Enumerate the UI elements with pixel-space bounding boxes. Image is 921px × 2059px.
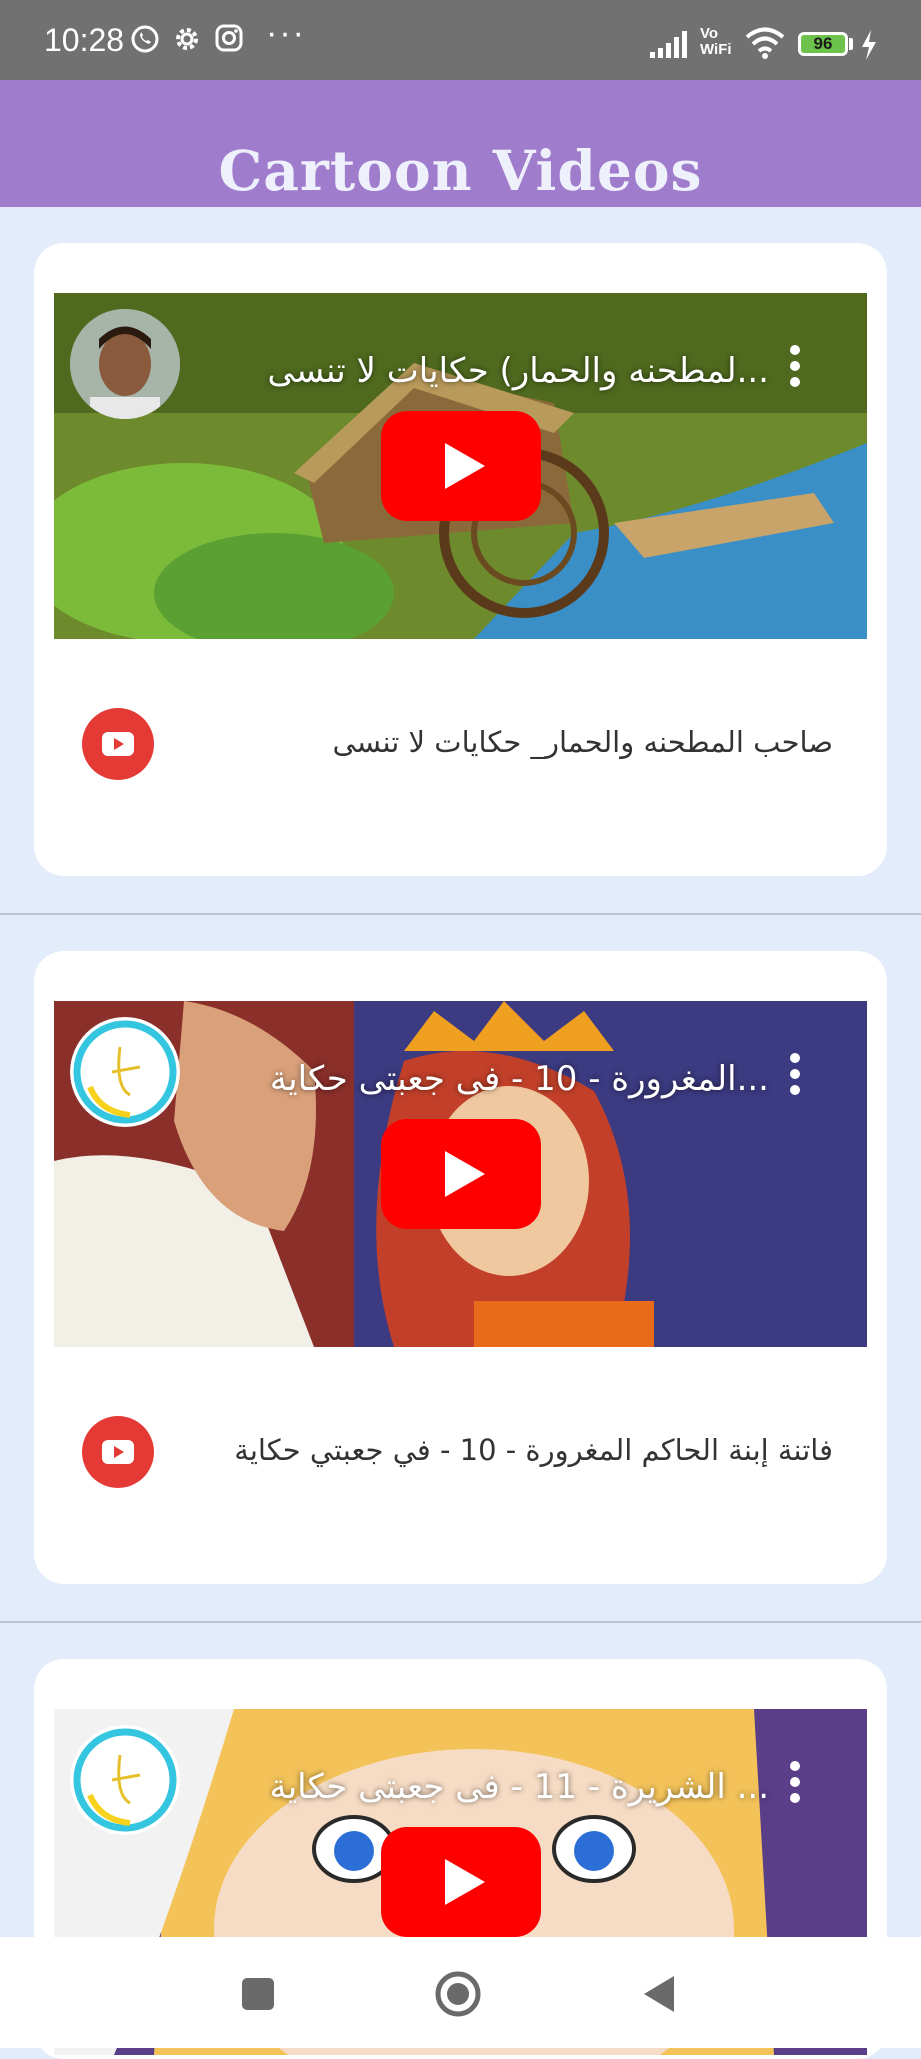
more-dots-icon: ··· (266, 14, 306, 52)
home-circle-icon[interactable] (434, 1970, 482, 2018)
whatsapp-icon (131, 25, 159, 53)
instagram-icon (215, 24, 243, 52)
video-row[interactable]: صاحب المطحنه والحمار_ حكايات لا تنسى (34, 663, 887, 813)
signal-icon (650, 31, 687, 58)
vowifi-icon: Vo WiFi (700, 25, 732, 58)
play-button-icon[interactable] (381, 1119, 541, 1229)
battery-icon: 96 (798, 32, 848, 56)
charging-icon (862, 30, 876, 60)
video-caption: صاحب المطحنه والحمار_ حكايات لا تنسى (332, 725, 833, 759)
video-card[interactable]: ...لمطحنه والحمار) حكايات لا تنسى صاحب ا… (34, 243, 887, 876)
video-title: ...المغرورة - 10 - فى جعبتى حكاية (269, 1059, 769, 1099)
wifi-icon (745, 27, 785, 59)
video-card[interactable]: ...المغرورة - 10 - فى جعبتى حكاية فاتنة … (34, 951, 887, 1584)
video-row[interactable]: فاتنة إبنة الحاكم المغرورة - 10 - في جعب… (34, 1371, 887, 1521)
youtube-icon (82, 708, 154, 780)
more-vertical-icon[interactable] (789, 1053, 801, 1097)
channel-avatar (70, 309, 180, 419)
navigation-bar (0, 1937, 921, 2048)
battery-tip (849, 38, 853, 50)
channel-avatar (70, 1725, 180, 1835)
more-vertical-icon[interactable] (789, 345, 801, 389)
status-bar: 10:28 ··· Vo WiFi 96 (0, 0, 921, 80)
video-caption: فاتنة إبنة الحاكم المغرورة - 10 - في جعب… (234, 1433, 833, 1467)
play-button-icon[interactable] (381, 1827, 541, 1937)
recents-square-icon[interactable] (241, 1977, 275, 2011)
video-thumbnail[interactable]: ...لمطحنه والحمار) حكايات لا تنسى (54, 293, 867, 639)
video-title: ... الشريرة - 11 - فى جعبتى حكاية (269, 1767, 769, 1807)
app-title: Cartoon Videos (218, 138, 703, 203)
play-button-icon[interactable] (381, 411, 541, 521)
divider (0, 1621, 921, 1623)
status-time: 10:28 (44, 22, 125, 58)
gear-icon (176, 28, 198, 50)
video-title: ...لمطحنه والحمار) حكايات لا تنسى (267, 351, 769, 391)
channel-avatar (70, 1017, 180, 1127)
back-triangle-icon[interactable] (642, 1974, 676, 2014)
more-vertical-icon[interactable] (789, 1761, 801, 1805)
youtube-icon (82, 1416, 154, 1488)
app-bar: Cartoon Videos (0, 80, 921, 207)
divider (0, 913, 921, 915)
video-thumbnail[interactable]: ...المغرورة - 10 - فى جعبتى حكاية (54, 1001, 867, 1347)
